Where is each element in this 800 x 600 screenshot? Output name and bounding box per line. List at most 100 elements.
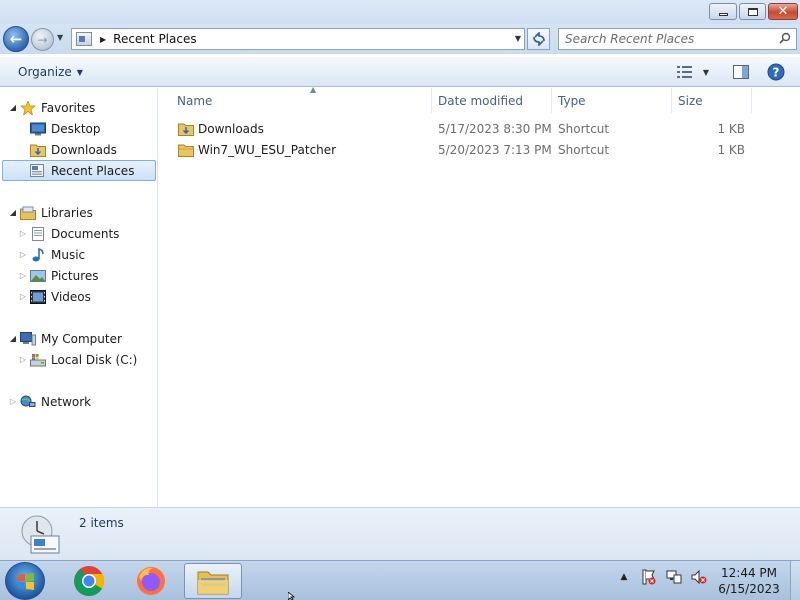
action-center-icon[interactable] [641,569,657,585]
volume-muted-icon[interactable] [691,569,707,585]
firefox-icon [137,567,165,595]
column-header-size[interactable]: Size [672,88,752,113]
tree-item-desktop[interactable]: Desktop [18,118,101,139]
tree-item-videos[interactable]: ▷ Videos [18,286,91,307]
expand-arrow-icon[interactable]: ▷ [18,271,28,280]
column-header-name[interactable]: ▲ Name [171,85,432,113]
maximize-button[interactable] [739,3,766,20]
file-name: Downloads [198,122,264,136]
taskbar-clock[interactable]: 12:44 PM 6/15/2023 [708,565,790,597]
explorer-window: ✕ ← → ▼ ▶ Recent Places ▼ Search Recent … [0,0,800,560]
tree-label: Network [41,394,92,409]
minimize-button[interactable] [709,3,737,20]
caption-buttons: ✕ [707,3,798,20]
taskbar-chrome[interactable] [60,563,118,599]
tree-item-local-disk[interactable]: ▷ Local Disk (C:) [18,349,137,370]
tree-label: Downloads [51,142,117,157]
chrome-icon [74,566,105,597]
preview-pane-button[interactable] [730,62,752,82]
details-view-icon [676,66,692,78]
file-size: 1 KB [717,122,745,136]
expand-arrow-icon[interactable]: ▷ [18,292,28,301]
organize-label: Organize [18,65,72,79]
collapse-arrow-icon[interactable]: ◢ [8,334,18,343]
address-location[interactable]: Recent Places [113,32,196,46]
tree-group-favorites[interactable]: ◢ Favorites [8,97,95,118]
file-date-modified: 5/17/2023 8:30 PM [438,122,552,136]
libraries-icon [20,206,36,220]
collapse-arrow-icon[interactable]: ◢ [8,103,18,112]
tree-group-my-computer[interactable]: ◢ My Computer [8,328,122,349]
file-row[interactable]: Downloads 5/17/2023 8:30 PM Shortcut 1 K… [176,119,746,140]
expand-arrow-icon[interactable]: ▷ [18,229,28,238]
chevron-down-icon: ▼ [702,67,710,77]
tree-label: My Computer [41,331,122,346]
star-icon [20,100,36,115]
computer-icon [20,331,36,345]
tree-label: Videos [51,289,91,304]
tree-item-pictures[interactable]: ▷ Pictures [18,265,99,286]
column-label: Date modified [438,93,524,108]
tree-group-network[interactable]: ▷ Network [8,391,91,412]
column-label: Name [177,93,213,108]
search-icon[interactable] [779,32,791,44]
start-button[interactable] [5,562,45,600]
pictures-icon [30,269,46,282]
tree-item-downloads[interactable]: Downloads [18,139,117,160]
column-header-date-modified[interactable]: Date modified [432,88,552,113]
chevron-down-icon: ▼ [76,67,83,77]
title-bar: ✕ [0,0,800,24]
column-label: Type [558,93,586,108]
close-icon: ✕ [777,4,789,19]
column-header-type[interactable]: Type [552,88,672,113]
file-name: Win7_WU_ESU_Patcher [198,143,337,157]
breadcrumb-separator-icon[interactable]: ▶ [100,35,106,44]
clock-date: 6/15/2023 [718,582,780,596]
recent-pages-dropdown[interactable]: ▼ [57,33,67,43]
search-input[interactable] [565,29,770,49]
forward-arrow-icon: → [37,32,48,47]
address-dropdown-icon[interactable]: ▼ [515,34,521,43]
recent-places-large-icon [21,515,60,554]
folder-shortcut-icon [178,123,194,136]
sort-ascending-icon: ▲ [310,85,317,94]
recent-places-icon [76,32,92,46]
documents-icon [32,226,44,241]
back-button[interactable]: ← [3,26,29,52]
change-view-button[interactable]: ▼ [672,62,714,82]
close-button[interactable]: ✕ [768,3,798,20]
refresh-icon [532,32,545,46]
explorer-icon [197,571,229,595]
network-status-icon[interactable] [666,569,682,585]
tree-label: Libraries [41,205,93,220]
clock-time: 12:44 PM [721,566,777,580]
mouse-cursor-icon [288,592,296,600]
tree-group-libraries[interactable]: ◢ Libraries [8,202,93,223]
expand-arrow-icon[interactable]: ▷ [18,250,28,259]
show-desktop-button[interactable] [790,561,800,600]
tree-item-recent-places[interactable]: Recent Places [2,160,156,181]
address-bar[interactable]: ▶ Recent Places ▼ [71,28,525,50]
refresh-button[interactable] [527,28,550,50]
minimize-icon [718,13,728,16]
taskbar: ▲ 12:44 PM 6/15/2023 [0,560,800,600]
help-button[interactable]: ? [765,62,787,82]
file-row[interactable]: Win7_WU_ESU_Patcher 5/20/2023 7:13 PM Sh… [176,140,746,161]
videos-icon [30,289,46,304]
file-type: Shortcut [558,122,610,136]
expand-arrow-icon[interactable]: ▷ [8,397,18,406]
show-hidden-icons-icon[interactable]: ▲ [616,569,632,585]
search-box[interactable] [558,28,797,50]
tree-item-documents[interactable]: ▷ Documents [18,223,119,244]
forward-button[interactable]: → [31,28,54,51]
taskbar-explorer[interactable] [184,563,242,599]
downloads-folder-icon [30,144,46,157]
windows-logo-icon [18,573,34,590]
collapse-arrow-icon[interactable]: ◢ [8,208,18,217]
organize-button[interactable]: Organize ▼ [11,62,90,82]
tree-label: Documents [51,226,120,241]
expand-arrow-icon[interactable]: ▷ [18,355,28,364]
tree-item-music[interactable]: ▷ Music [18,244,85,265]
tree-label: Music [51,247,86,262]
taskbar-firefox[interactable] [122,563,180,599]
